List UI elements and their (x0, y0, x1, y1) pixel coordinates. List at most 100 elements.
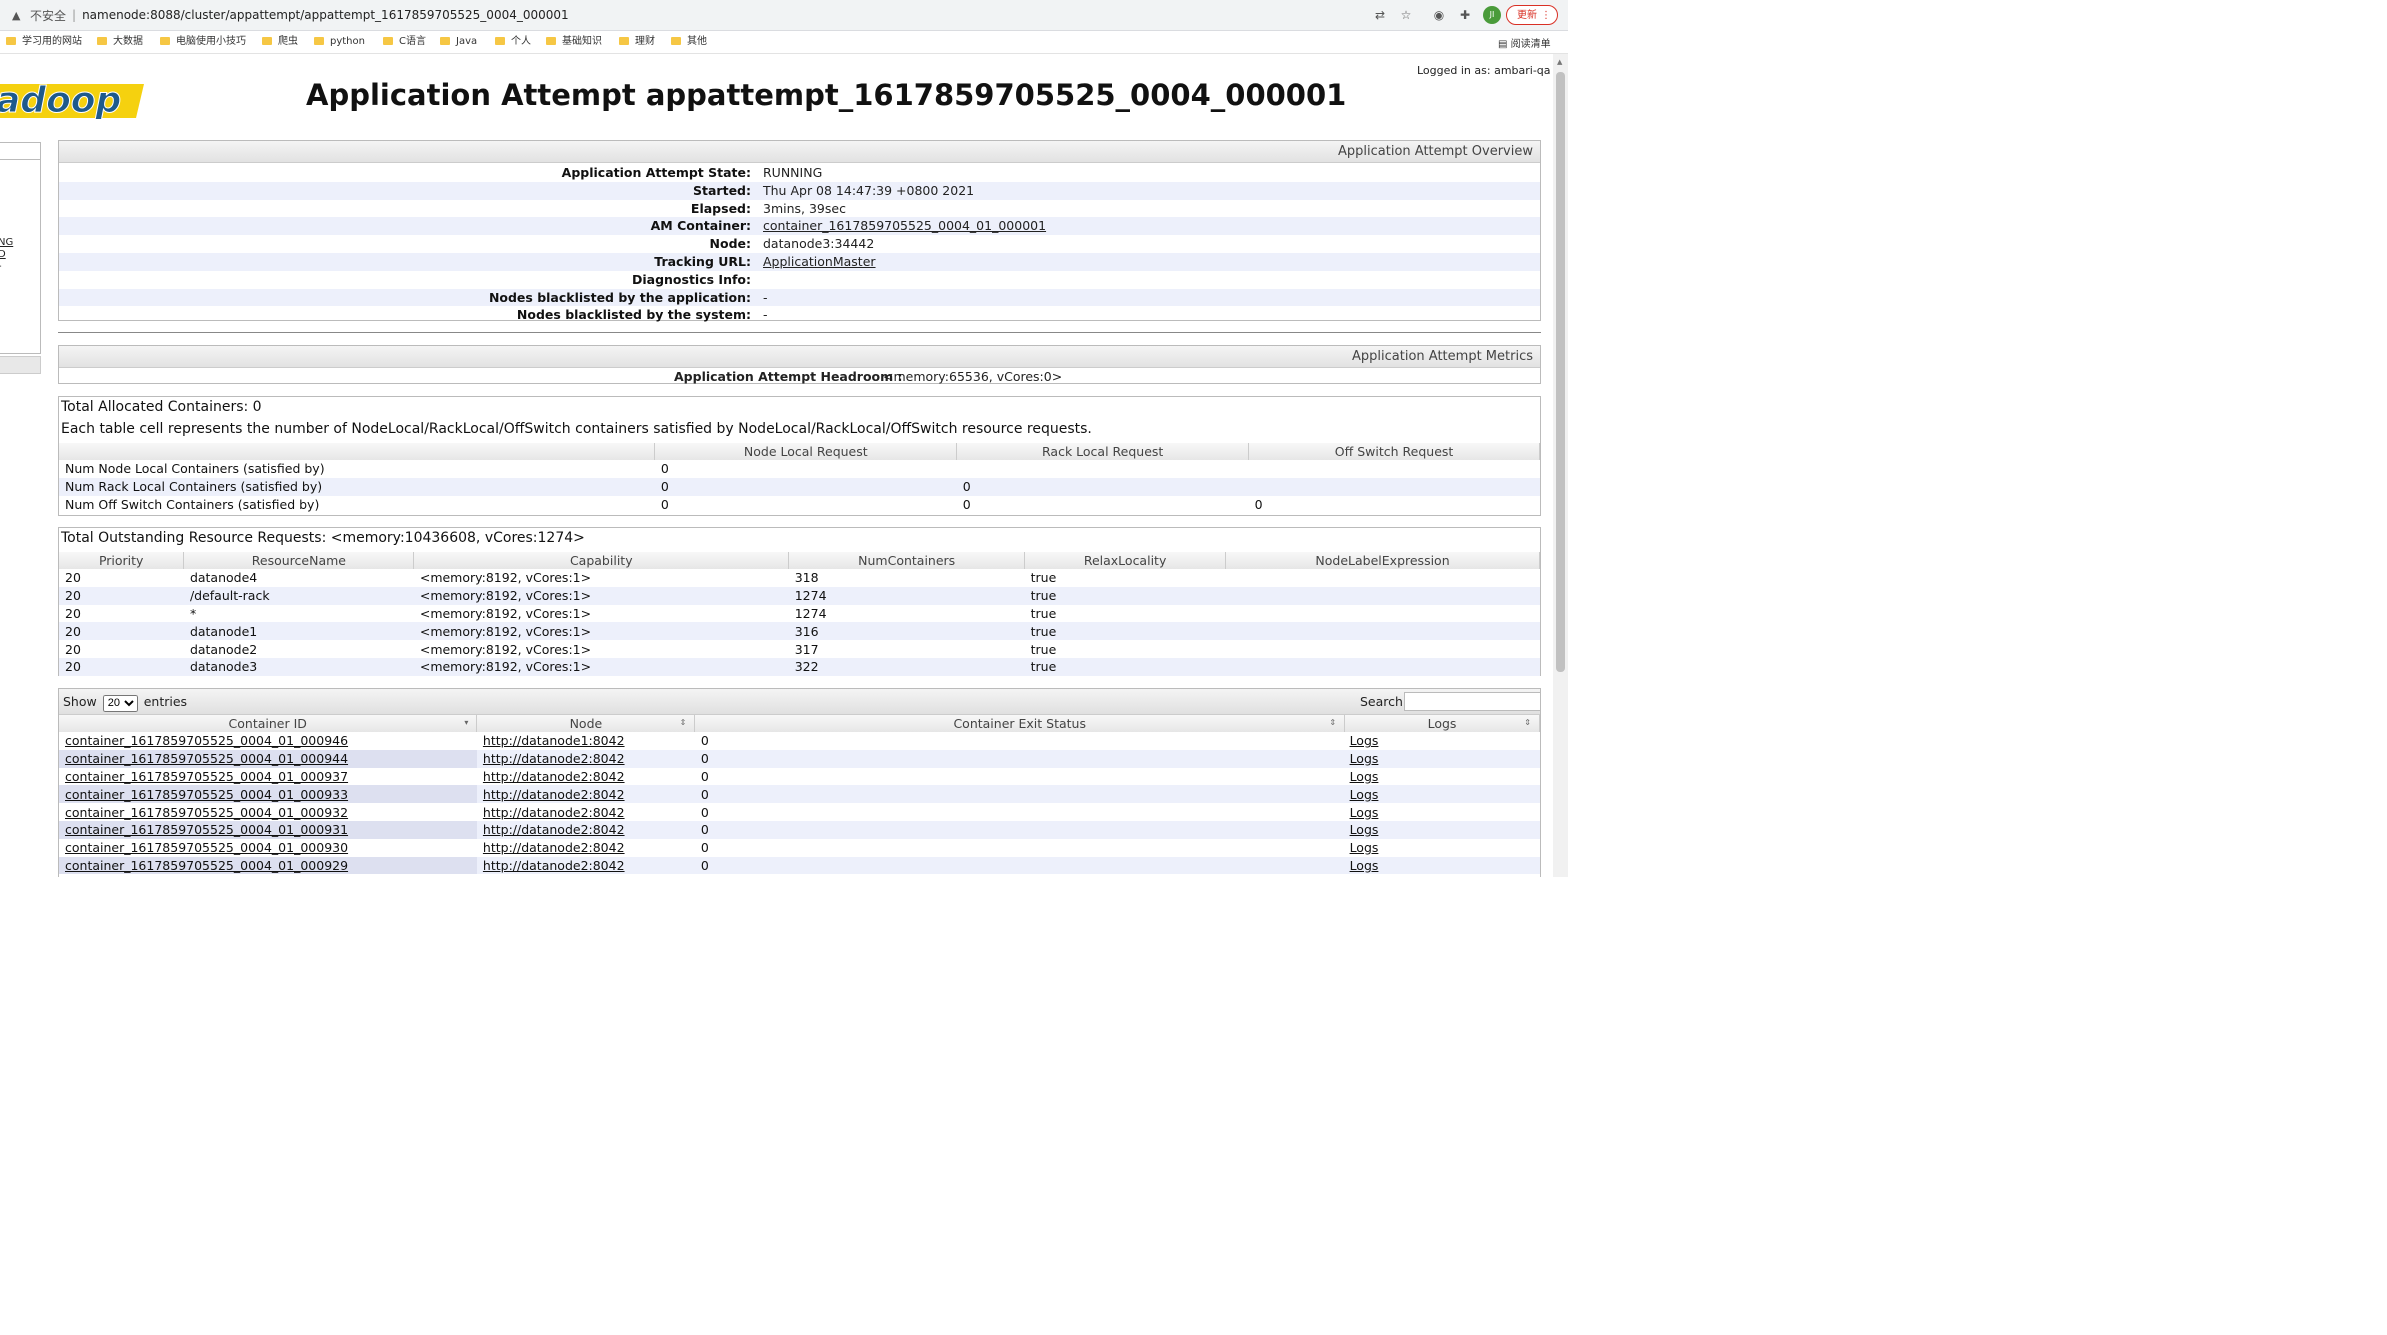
table-cell: http://datanode2:8042 (477, 803, 695, 821)
node-link[interactable]: http://datanode1:8042 (483, 733, 625, 748)
search-input[interactable] (1404, 692, 1541, 711)
table-cell: container_1617859705525_0004_01_000933 (59, 785, 477, 804)
table-cell: 20 (59, 586, 184, 605)
menu-icon: ⋮ (1541, 10, 1551, 21)
overview-link[interactable]: container_1617859705525_0004_01_000001 (763, 217, 1046, 235)
exit-status: 0 (700, 822, 709, 838)
scrollbar-thumb[interactable] (1556, 72, 1565, 672)
allocated-total: Total Allocated Containers: 0 (61, 399, 262, 415)
node-link[interactable]: http://datanode2:8042 (483, 787, 625, 802)
sidebar-link-other[interactable]: - (0, 261, 2, 272)
table-cell: <memory:8192, vCores:1> (419, 641, 592, 657)
sort-icon[interactable]: ▾ (464, 718, 468, 727)
table-row: 20 datanode2 <memory:8192, vCores:1> 317 tru… (59, 640, 1540, 658)
node-link[interactable]: http://datanode2:8042 (483, 805, 625, 820)
bookmark-item[interactable]: 爬虫 (262, 35, 298, 49)
bookmark-item[interactable]: 电脑使用小技巧 (160, 35, 246, 49)
extension-icon[interactable]: ◉ (1431, 7, 1447, 23)
sidebar-link-finished[interactable]: D (0, 249, 6, 260)
container-id-link[interactable]: container_1617859705525_0004_01_000944 (65, 751, 348, 766)
containers-column-header[interactable]: Container Exit Status ⇕ (694, 715, 1346, 732)
star-icon[interactable]: ☆ (1398, 7, 1414, 23)
table-cell: Logs (1344, 749, 1540, 768)
address-bar[interactable]: ▲ 不安全 | namenode:8088/cluster/appattempt… (4, 4, 1419, 26)
container-id-link[interactable]: container_1617859705525_0004_01_000937 (65, 769, 348, 784)
bookmark-item[interactable]: 其他 (671, 35, 707, 49)
node-link[interactable]: http://datanode2:8042 (483, 858, 625, 873)
scroll-up-icon[interactable]: ▲ (1557, 58, 1562, 66)
table-cell: http://datanode2:8042 (476, 856, 695, 875)
table-cell: 0 (695, 803, 1345, 821)
containers-column-header[interactable]: Node ⇕ (476, 715, 696, 732)
folder-icon (262, 37, 272, 45)
bookmark-item[interactable]: 基础知识 (546, 35, 602, 49)
table-cell: true (1030, 641, 1057, 657)
table-row: 20 * <memory:8192, vCores:1> 1274 true (59, 605, 1540, 623)
allocated-column-header: Node Local Request (654, 443, 958, 460)
logs-link[interactable]: Logs (1350, 787, 1379, 802)
table-cell: true (1024, 622, 1226, 641)
page-scrollbar[interactable]: ▲ (1553, 54, 1568, 877)
table-row: container_1617859705525_0004_01_000931 ht… (59, 820, 1540, 839)
bookmark-item[interactable]: 学习用的网站 (6, 35, 82, 49)
allocated-column-header (59, 443, 656, 460)
overview-link[interactable]: ApplicationMaster (763, 253, 876, 271)
containers-column-header[interactable]: Container ID ▾ (59, 715, 478, 732)
divider (58, 332, 1541, 333)
logs-link[interactable]: Logs (1350, 840, 1379, 855)
container-id-link[interactable]: container_1617859705525_0004_01_000931 (65, 822, 348, 837)
container-id-link[interactable]: container_1617859705525_0004_01_000932 (65, 805, 348, 820)
sidebar-link-running[interactable]: NG (0, 237, 13, 248)
overview-row: Nodes blacklisted by the system: - (59, 306, 1540, 324)
bookmark-item[interactable]: 大数据 (97, 35, 143, 49)
table-row: 20/default-rack <memory:8192, vCores:1> 12… (59, 586, 1540, 605)
node-link[interactable]: http://datanode2:8042 (483, 769, 625, 784)
logs-link[interactable]: Logs (1350, 805, 1379, 820)
outstanding-column-header: NumContainers (788, 552, 1026, 569)
bookmark-item[interactable]: Java (440, 35, 477, 49)
avatar[interactable]: JI (1483, 6, 1501, 24)
sort-icon[interactable]: ⇕ (1524, 718, 1531, 727)
overview-value: - (763, 307, 768, 323)
overview-key: AM Container: (650, 218, 751, 234)
table-cell: container_1617859705525_0004_01_000931 (59, 820, 477, 839)
table-cell: 0 (694, 785, 1345, 804)
logs-link[interactable]: Logs (1350, 751, 1379, 766)
translate-icon[interactable]: ⇄ (1372, 7, 1388, 23)
outstanding-panel: Total Outstanding Resource Requests: <me… (58, 527, 1541, 676)
bookmark-item[interactable]: 个人 (495, 35, 531, 49)
puzzle-icon[interactable]: ✚ (1457, 7, 1473, 23)
logs-link[interactable]: Logs (1350, 858, 1379, 873)
container-id-link[interactable]: container_1617859705525_0004_01_000933 (65, 787, 348, 802)
node-link[interactable]: http://datanode2:8042 (483, 840, 625, 855)
table-cell: true (1024, 657, 1226, 676)
container-id-link[interactable]: container_1617859705525_0004_01_000929 (65, 858, 348, 873)
update-button[interactable]: 更新 ⋮ (1506, 5, 1558, 25)
table-row: container_1617859705525_0004_01_000929 ht… (59, 856, 1540, 875)
container-id-link[interactable]: container_1617859705525_0004_01_000946 (65, 733, 348, 748)
table-cell (1249, 460, 1540, 478)
sort-icon[interactable]: ⇕ (680, 718, 687, 727)
folder-icon (97, 37, 107, 45)
logs-link[interactable]: Logs (1350, 769, 1379, 784)
reading-list-button[interactable]: ▤ 阅读清单 (1498, 35, 1551, 50)
bookmark-label: python (330, 36, 365, 47)
sidebar-tools[interactable] (0, 356, 41, 374)
bookmark-item[interactable]: python (314, 35, 365, 49)
url-text[interactable]: namenode:8088/cluster/appattempt/appatte… (82, 8, 569, 22)
table-cell: http://datanode2:8042 (477, 839, 695, 857)
node-link[interactable]: http://datanode2:8042 (483, 751, 625, 766)
bookmark-item[interactable]: C语言 (383, 35, 426, 49)
logs-link[interactable]: Logs (1350, 822, 1379, 837)
table-cell: 1274 (794, 605, 827, 621)
table-cell: Logs (1345, 803, 1540, 821)
logs-link[interactable]: Logs (1350, 733, 1379, 748)
node-link[interactable]: http://datanode2:8042 (483, 822, 625, 837)
containers-column-header[interactable]: Logs ⇕ (1344, 715, 1540, 732)
bookmark-item[interactable]: 理财 (619, 35, 655, 49)
bookmark-label: C语言 (399, 36, 426, 47)
container-id-link[interactable]: container_1617859705525_0004_01_000930 (65, 840, 348, 855)
sort-icon[interactable]: ⇕ (1329, 718, 1336, 727)
overview-row: Started: Thu Apr 08 14:47:39 +0800 2021 (59, 181, 1540, 200)
entries-select[interactable]: 20 (102, 694, 138, 712)
